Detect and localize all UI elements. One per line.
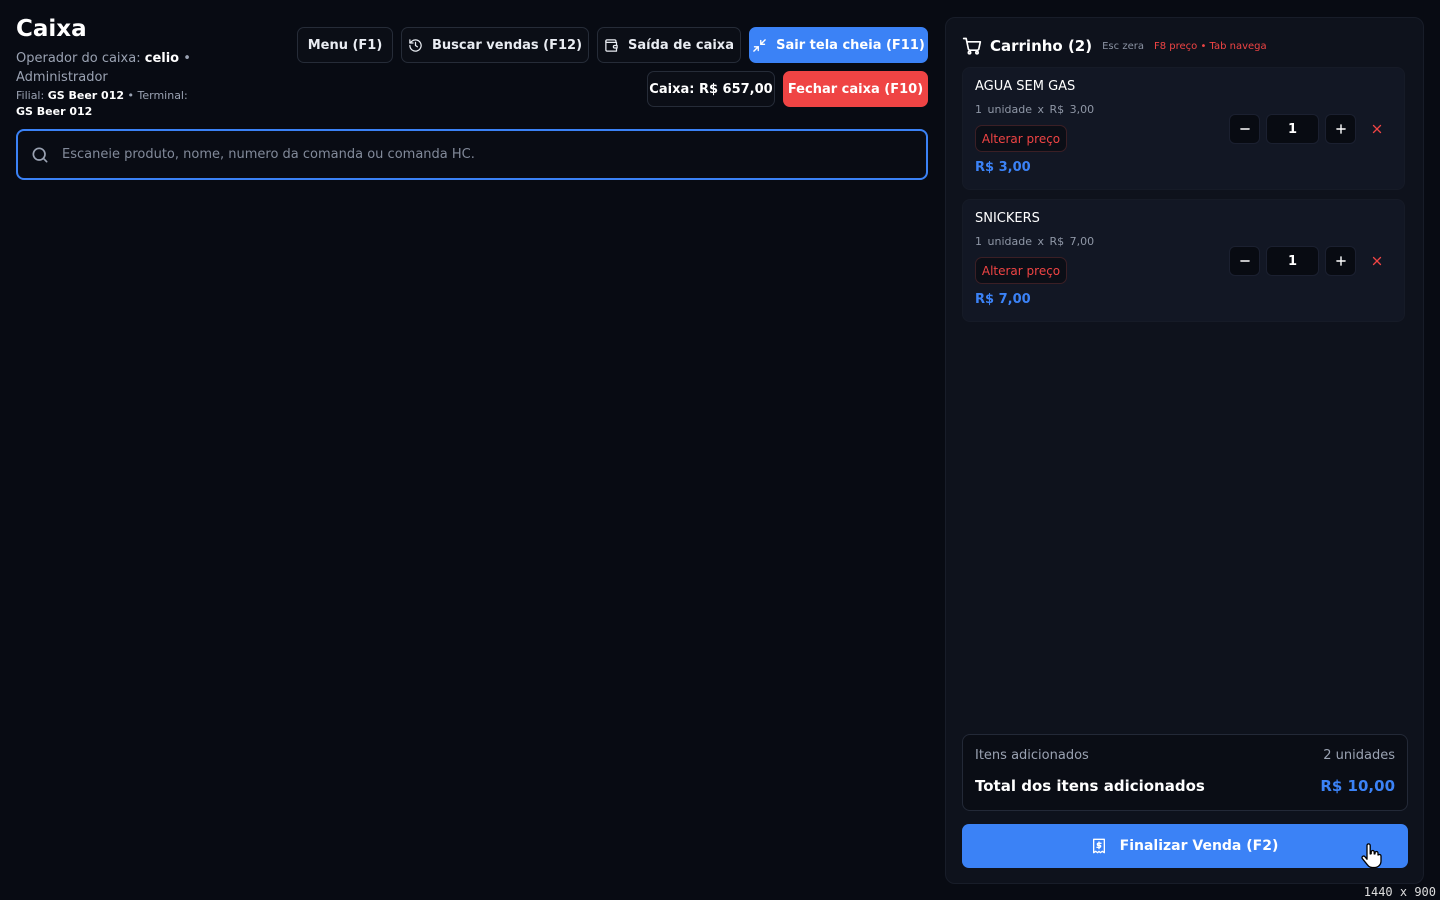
close-icon [1371,255,1383,267]
minimize-icon [752,38,767,53]
filial-label: Filial: [16,89,45,102]
saida-caixa-label: Saída de caixa [628,37,734,53]
close-icon [1371,123,1383,135]
cash-balance-badge[interactable]: Caixa: R$ 657,00 [647,71,775,107]
cart-item-detail: 1 unidade x R$ 3,00 [975,103,1095,116]
decrease-qty-button[interactable] [1229,246,1260,276]
exit-fullscreen-button[interactable]: Sair tela cheia (F11) [749,27,928,63]
cart-item-detail: 1 unidade x R$ 7,00 [975,235,1095,248]
cart-item-name: SNICKERS [975,211,1040,226]
product-search[interactable] [16,129,928,180]
remove-item-button[interactable] [1365,117,1389,141]
total-value: R$ 10,00 [1320,777,1395,795]
operator-role: Administrador [16,70,108,85]
terminal-value: GS Beer 012 [16,105,93,118]
cart-hint-esc: Esc zera [1102,40,1144,52]
cart-hint-keys: F8 preço • Tab navega [1153,40,1267,52]
search-input[interactable] [62,147,926,162]
plus-icon [1334,122,1348,136]
search-icon [30,145,50,165]
finalize-sale-button[interactable]: Finalizar Venda (F2) [962,824,1408,868]
increase-qty-button[interactable] [1325,246,1356,276]
finalize-sale-label: Finalizar Venda (F2) [1119,838,1279,854]
items-added-label: Itens adicionados [975,748,1089,763]
operator-label: Operador do caixa: [16,51,141,66]
quantity-input[interactable] [1266,246,1319,276]
terminal-label: Terminal: [137,89,188,102]
fechar-caixa-button[interactable]: Fechar caixa (F10) [783,71,928,107]
history-icon [408,38,423,53]
increase-qty-button[interactable] [1325,114,1356,144]
cart-item: SNICKERS 1 unidade x R$ 7,00 Alterar pre… [962,199,1405,322]
screen-dimensions-label: 1440 x 900 [1363,885,1436,899]
cart-summary: Itens adicionados 2 unidades Total dos i… [962,734,1408,811]
cart-header: Carrinho (2) Esc zera F8 preço • Tab nav… [962,36,1267,56]
wallet-icon [604,38,619,53]
quantity-input[interactable] [1266,114,1319,144]
cart-title: Carrinho (2) [990,37,1093,55]
exit-fullscreen-label: Sair tela cheia (F11) [776,37,925,53]
cart-item-price: R$ 7,00 [975,292,1031,307]
cart-list: AGUA SEM GAS 1 unidade x R$ 3,00 Alterar… [962,67,1405,331]
alter-price-button[interactable]: Alterar preço [975,257,1067,284]
cart-icon [962,36,982,56]
cart-panel: Carrinho (2) Esc zera F8 preço • Tab nav… [945,17,1424,884]
minus-icon [1238,254,1252,268]
items-added-count: 2 unidades [1323,748,1395,763]
cart-item-name: AGUA SEM GAS [975,79,1076,94]
alter-price-button[interactable]: Alterar preço [975,125,1067,152]
cash-balance-label: Caixa: R$ 657,00 [649,81,773,97]
operator-info: Operador do caixa: celio • Administrador [16,51,191,85]
receipt-icon [1092,838,1106,854]
total-label: Total dos itens adicionados [975,777,1205,795]
hand-cursor-icon [1360,843,1382,869]
branch-info: Filial: GS Beer 012 • Terminal: GS Beer … [16,89,188,118]
buscar-vendas-button[interactable]: Buscar vendas (F12) [401,27,589,63]
minus-icon [1238,122,1252,136]
buscar-vendas-label: Buscar vendas (F12) [431,37,583,53]
cart-item-price: R$ 3,00 [975,160,1031,175]
page-title: Caixa [16,16,87,42]
operator-name: celio [144,51,180,66]
fechar-caixa-label: Fechar caixa (F10) [787,81,924,97]
menu-button-label: Menu (F1) [307,37,383,53]
decrease-qty-button[interactable] [1229,114,1260,144]
menu-button[interactable]: Menu (F1) [297,27,393,63]
saida-caixa-button[interactable]: Saída de caixa [597,27,741,63]
cart-item: AGUA SEM GAS 1 unidade x R$ 3,00 Alterar… [962,67,1405,190]
plus-icon [1334,254,1348,268]
filial-value: GS Beer 012 [47,89,125,102]
remove-item-button[interactable] [1365,249,1389,273]
